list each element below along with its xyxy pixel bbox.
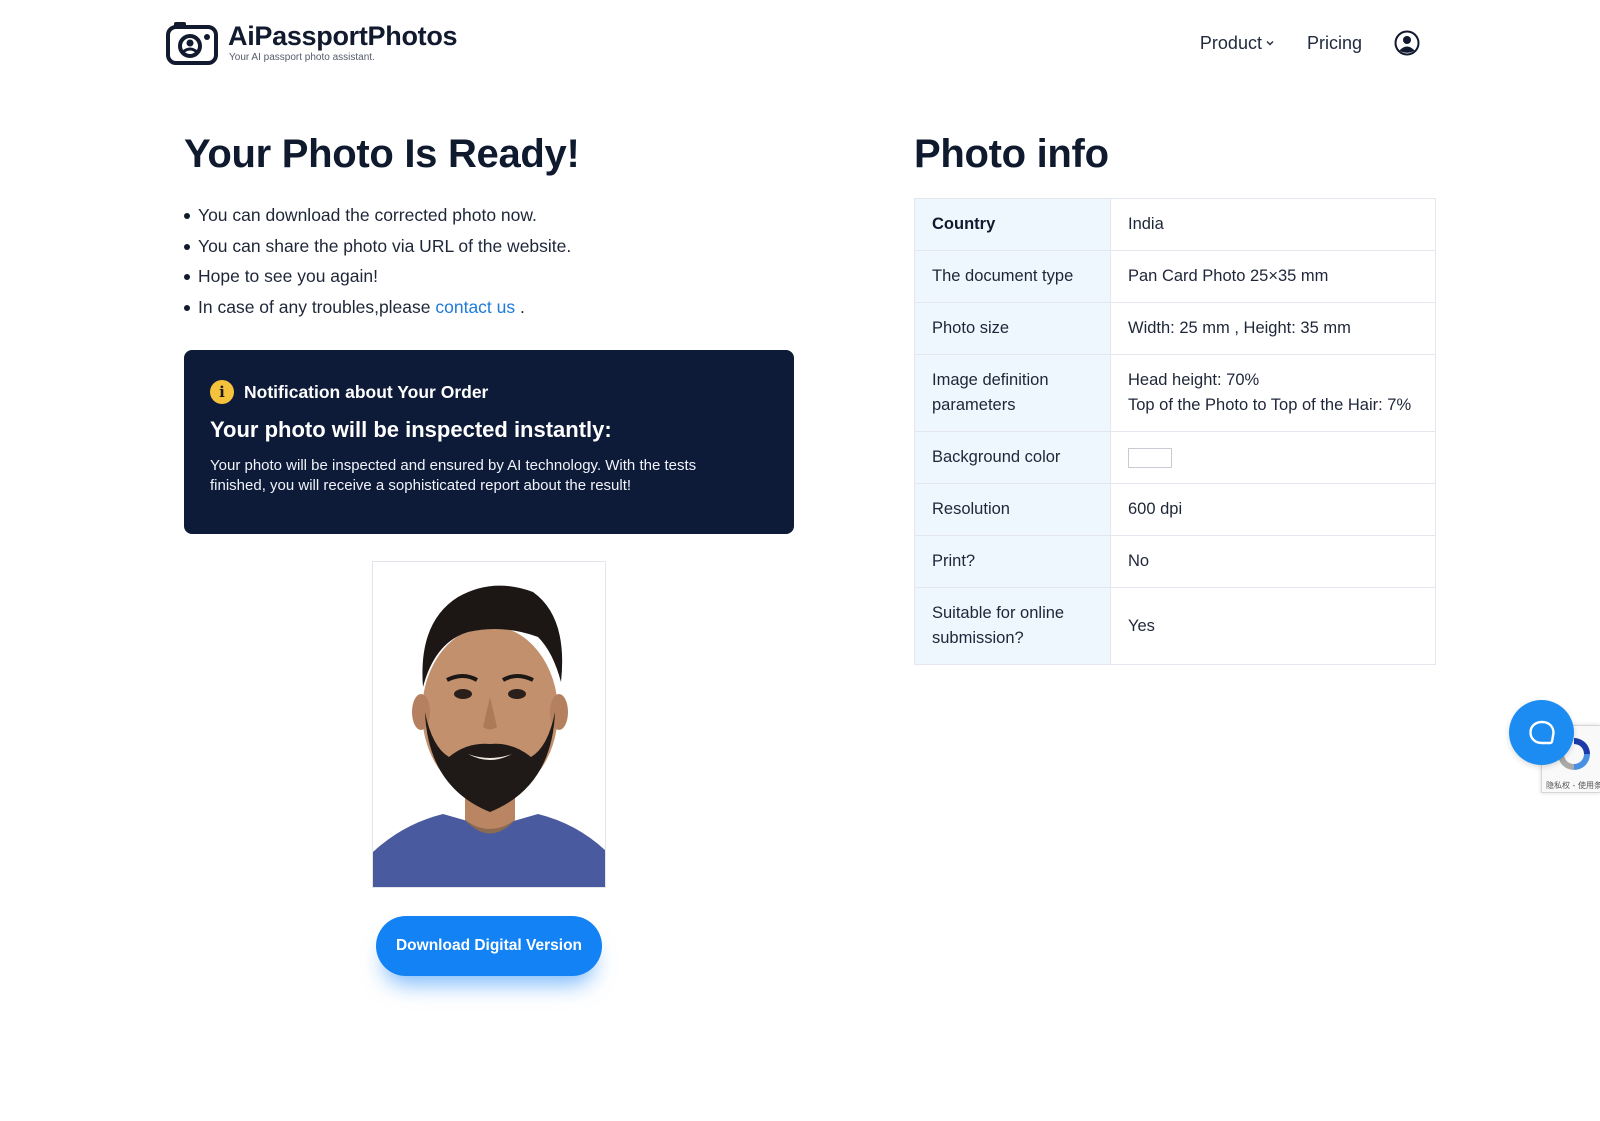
site-header: AiPassportPhotos Your AI passport photo … [0,0,1600,88]
table-row: The document type Pan Card Photo 25×35 m… [914,250,1436,303]
background-color-key: Background color [914,431,1111,484]
info-icon: i [210,380,234,404]
recaptcha-terms[interactable]: 隐私权 - 使用条款 [1546,780,1600,791]
table-row: Country India [914,198,1436,251]
notification-heading: Notification about Your Order [244,381,489,402]
table-row: Suitable for online submission? Yes [914,587,1436,665]
background-color-swatch [1128,447,1172,468]
main-nav: Product Pricing [1200,30,1420,56]
resolution-key: Resolution [914,483,1111,536]
notification-title: Your photo will be inspected instantly: [210,417,612,442]
print-value: No [1110,535,1436,588]
list-item: Hope to see you again! [184,261,794,292]
page-title: Your Photo Is Ready! [184,132,580,176]
camera-logo-icon [166,22,218,65]
passport-photo [372,561,606,888]
live-chat-button[interactable] [1509,700,1574,765]
table-row: Image definition parameters Head height:… [914,354,1436,432]
chevron-down-icon [1266,41,1274,46]
country-key: Country [914,198,1111,251]
top-to-hair-value: Top of the Photo to Top of the Hair: 7% [1128,396,1412,414]
online-submission-value: Yes [1110,587,1436,665]
result-section: Your Photo Is Ready! You can download th… [184,128,794,976]
document-type-key: The document type [914,250,1111,303]
order-notification: i Notification about Your Order Your pho… [184,350,794,534]
image-definition-value: Head height: 70% Top of the Photo to Top… [1110,354,1436,432]
photo-size-value: Width: 25 mm , Height: 35 mm [1110,302,1436,355]
user-account-icon[interactable] [1394,30,1420,56]
head-height-value: Head height: 70% [1128,371,1260,389]
nav-product[interactable]: Product [1200,33,1275,54]
list-item: You can share the photo via URL of the w… [184,231,794,262]
nav-pricing[interactable]: Pricing [1307,33,1362,54]
contact-prefix: In case of any troubles,please [198,296,436,317]
photo-info-section: Photo info Country India The document ty… [914,128,1436,665]
download-digital-version-button[interactable]: Download Digital Version [376,916,602,976]
passport-photo-image [373,562,605,887]
print-key: Print? [914,535,1111,588]
image-definition-key: Image definition parameters [914,354,1111,432]
nav-pricing-label: Pricing [1306,32,1362,53]
contact-suffix: . [515,296,525,317]
table-row: Background color [914,431,1436,484]
chat-bubble-icon [1528,720,1555,744]
logo[interactable]: AiPassportPhotos Your AI passport photo … [166,20,458,66]
list-item-contact: In case of any troubles,please contact u… [184,292,794,323]
notification-body: Your photo will be inspected and ensured… [210,457,697,494]
nav-product-label: Product [1199,32,1262,53]
photo-info-table: Country India The document type Pan Card… [914,198,1436,665]
resolution-value: 600 dpi [1110,483,1436,536]
contact-us-link[interactable]: contact us [435,297,515,317]
instructions-list: You can download the corrected photo now… [184,200,794,322]
background-color-value [1110,431,1436,484]
logo-tagline: Your AI passport photo assistant. [229,52,375,63]
country-value: India [1110,198,1436,251]
online-submission-key: Suitable for online submission? [914,587,1111,665]
table-row: Resolution 600 dpi [914,483,1436,536]
table-row: Photo size Width: 25 mm , Height: 35 mm [914,302,1436,355]
document-type-value: Pan Card Photo 25×35 mm [1110,250,1436,303]
list-item: You can download the corrected photo now… [184,200,794,231]
logo-title: AiPassportPhotos [228,21,458,51]
photo-info-title: Photo info [914,132,1109,176]
photo-size-key: Photo size [914,302,1111,355]
table-row: Print? No [914,535,1436,588]
